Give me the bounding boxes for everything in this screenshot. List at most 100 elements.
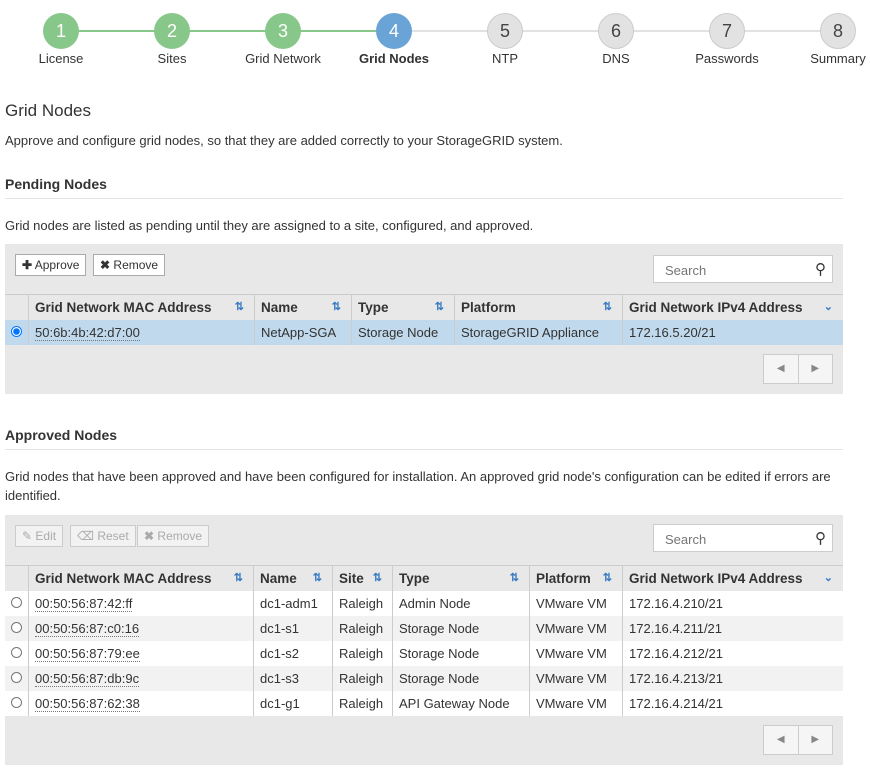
pending-heading: Pending Nodes [5,176,843,199]
edit-button[interactable]: ✎ Edit [15,525,64,547]
select-column [5,565,29,591]
pending-table: Grid Network MAC Address ⇅ Name ⇅ Type ⇅ Platf… [5,294,843,345]
cell-value: Raleigh [339,646,384,661]
approved-search-input[interactable] [663,531,807,548]
cell-value: 172.16.4.210/21 [629,596,723,611]
column-header[interactable]: Type ⇅ [351,294,455,320]
table-cell: dc1-g1 [253,691,333,716]
column-label: Name [260,571,297,586]
column-header[interactable]: Grid Network IPv4 Address ⌄ [622,294,843,320]
table-row[interactable]: 00:50:56:87:62:38 dc1-g1 Raleigh API Gatewa… [5,691,843,716]
row-radio[interactable] [11,697,22,708]
page-intro: Approve and configure grid nodes, so tha… [5,133,563,148]
table-cell: API Gateway Node [392,691,530,716]
cell-value: Storage Node [399,621,480,636]
prev-page-icon[interactable]: ◀ [764,726,798,754]
cell-value: dc1-s2 [260,646,300,661]
table-row[interactable]: 50:6b:4b:42:d7:00 NetApp-SGA Storage Node S… [5,320,843,345]
remove-approved-button[interactable]: ✖ Remove [137,525,210,547]
cell-value: 172.16.5.20/21 [629,325,716,340]
row-radio[interactable] [11,672,22,683]
mac-address: 00:50:56:87:79:ee [35,646,140,662]
column-header[interactable]: Platform ⇅ [454,294,623,320]
table-cell: Raleigh [332,666,393,691]
mac-address: 00:50:56:87:42:ff [35,596,133,612]
sort-icon[interactable]: ⇅ [235,300,244,313]
row-radio[interactable] [11,597,22,608]
column-header[interactable]: Grid Network IPv4 Address ⌄ [622,565,843,591]
table-cell: dc1-s1 [253,616,333,641]
cell-value: dc1-g1 [260,696,300,711]
table-cell: Admin Node [392,591,530,616]
reset-button[interactable]: ⌫ Reset [70,525,136,547]
mac-address: 00:50:56:87:c0:16 [35,621,140,637]
column-header[interactable]: Platform ⇅ [529,565,623,591]
table-cell: 00:50:56:87:62:38 [28,691,254,716]
sort-icon[interactable]: ⇅ [435,300,444,313]
header-row: Grid Network MAC Address ⇅ Name ⇅ Type ⇅ Platf… [5,294,843,320]
next-page-icon[interactable]: ▶ [797,726,833,754]
step-6-circle: 6 [598,13,634,49]
table-row[interactable]: 00:50:56:87:c0:16 dc1-s1 Raleigh Storage No… [5,616,843,641]
search-icon[interactable]: ⚲ [815,529,826,547]
table-cell: 00:50:56:87:db:9c [28,666,254,691]
row-radio[interactable] [11,622,22,633]
chevron-down-icon[interactable]: ⌄ [824,571,833,584]
cell-value: Raleigh [339,671,384,686]
table-cell: VMware VM [529,666,623,691]
step-1-label: License [38,51,84,66]
sort-icon[interactable]: ⇅ [313,571,322,584]
mac-address: 00:50:56:87:62:38 [35,696,140,712]
cell-value: 172.16.4.212/21 [629,646,723,661]
sort-icon[interactable]: ⇅ [332,300,341,313]
step-3-label: Grid Network [245,51,321,66]
reset-label: Reset [97,529,129,543]
pending-search-input[interactable] [663,262,807,279]
approve-button[interactable]: ✚ Approve [15,254,87,276]
sort-icon[interactable]: ⇅ [603,300,612,313]
chevron-down-icon[interactable]: ⌄ [824,300,833,313]
row-radio[interactable] [11,326,22,337]
sort-icon[interactable]: ⇅ [373,571,382,584]
column-header[interactable]: Name ⇅ [254,294,352,320]
table-cell: VMware VM [529,691,623,716]
approved-search[interactable]: ⚲ [653,524,833,552]
next-page-icon[interactable]: ▶ [797,355,833,383]
pending-search[interactable]: ⚲ [653,255,833,283]
prev-page-icon[interactable]: ◀ [764,355,798,383]
column-label: Grid Network IPv4 Address [629,300,803,315]
column-header[interactable]: Grid Network MAC Address ⇅ [28,294,255,320]
cell-value: NetApp-SGA [261,325,337,340]
row-radio[interactable] [11,647,22,658]
sort-icon[interactable]: ⇅ [234,571,243,584]
table-cell: 172.16.4.214/21 [622,691,843,716]
column-header[interactable]: Grid Network MAC Address ⇅ [28,565,254,591]
step-4-circle: 4 [376,13,412,49]
table-row[interactable]: 00:50:56:87:db:9c dc1-s3 Raleigh Storage No… [5,666,843,691]
column-header[interactable]: Name ⇅ [253,565,333,591]
column-label: Grid Network IPv4 Address [629,571,803,586]
column-header[interactable]: Type ⇅ [392,565,530,591]
cell-value: Raleigh [339,621,384,636]
cell-value: Storage Node [358,325,439,340]
x-icon: ✖ [144,529,155,543]
table-cell: 172.16.4.212/21 [622,641,843,666]
sort-icon[interactable]: ⇅ [603,571,612,584]
table-cell: Storage Node [392,666,530,691]
column-header[interactable]: Site ⇅ [332,565,393,591]
cell-value: 172.16.4.214/21 [629,696,723,711]
mac-address: 50:6b:4b:42:d7:00 [35,325,140,341]
cell-value: VMware VM [536,646,607,661]
table-cell: 172.16.4.213/21 [622,666,843,691]
cell-value: Raleigh [339,596,384,611]
search-icon[interactable]: ⚲ [815,260,826,278]
table-cell: Raleigh [332,641,393,666]
remove-button[interactable]: ✖ Remove [93,254,166,276]
table-cell: Raleigh [332,591,393,616]
cell-value: Storage Node [399,671,480,686]
mac-address: 00:50:56:87:db:9c [35,671,140,687]
table-row[interactable]: 00:50:56:87:79:ee dc1-s2 Raleigh Storage No… [5,641,843,666]
table-row[interactable]: 00:50:56:87:42:ff dc1-adm1 Raleigh Admin No… [5,591,843,616]
cell-value: VMware VM [536,671,607,686]
sort-icon[interactable]: ⇅ [510,571,519,584]
